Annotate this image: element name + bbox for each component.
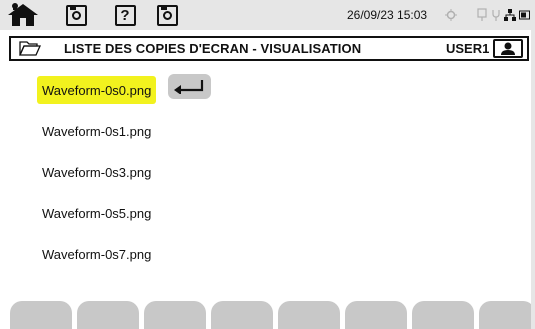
- file-item[interactable]: Waveform-0s7.png: [37, 240, 156, 268]
- help-icon[interactable]: ?: [113, 2, 137, 28]
- soft-key-3[interactable]: [144, 301, 206, 329]
- soft-key-5[interactable]: [278, 301, 340, 329]
- open-file-button[interactable]: [168, 74, 211, 99]
- page-title: LISTE DES COPIES D'ECRAN - VISUALISATION: [64, 41, 362, 56]
- usb-icon: [476, 2, 488, 28]
- file-item[interactable]: Waveform-0s3.png: [37, 158, 156, 186]
- file-name: Waveform-0s3.png: [42, 164, 152, 180]
- camera-icon-2[interactable]: [155, 2, 179, 28]
- frame-edge: [531, 0, 535, 329]
- soft-key-6[interactable]: [345, 301, 407, 329]
- soft-key-1[interactable]: [10, 301, 72, 329]
- file-name: Waveform-0s1.png: [42, 123, 152, 139]
- file-item-selected[interactable]: Waveform-0s0.png: [37, 76, 157, 104]
- file-item[interactable]: Waveform-0s1.png: [37, 117, 156, 145]
- file-name: Waveform-0s7.png: [42, 246, 152, 262]
- soft-key-8[interactable]: [479, 301, 535, 329]
- folder-icon: [19, 41, 41, 56]
- soft-key-2[interactable]: [77, 301, 139, 329]
- plug-icon: [490, 2, 502, 28]
- file-item[interactable]: Waveform-0s5.png: [37, 199, 156, 227]
- datetime: 26/09/23 15:03: [347, 8, 428, 22]
- network-icon: [503, 2, 516, 28]
- file-name: Waveform-0s0.png: [42, 82, 152, 98]
- home-icon[interactable]: [2, 2, 44, 28]
- soft-key-7[interactable]: [412, 301, 474, 329]
- help-glyph: ?: [114, 4, 136, 26]
- soft-key-4[interactable]: [211, 301, 273, 329]
- enter-icon: [173, 79, 203, 94]
- user-button[interactable]: [493, 39, 523, 58]
- status-bar: ? 26/09/23 15:03: [0, 0, 535, 30]
- battery-icon: [519, 2, 531, 28]
- soft-key-bar: [0, 298, 535, 329]
- screen: ? 26/09/23 15:03 LISTE DES COPIES D'ECRA…: [0, 0, 535, 329]
- file-name: Waveform-0s5.png: [42, 205, 152, 221]
- user-label: USER1: [446, 41, 490, 56]
- title-bar: LISTE DES COPIES D'ECRAN - VISUALISATION…: [9, 36, 529, 61]
- user-icon: [501, 42, 515, 55]
- camera-icon[interactable]: [64, 2, 88, 28]
- gps-icon: [444, 2, 458, 28]
